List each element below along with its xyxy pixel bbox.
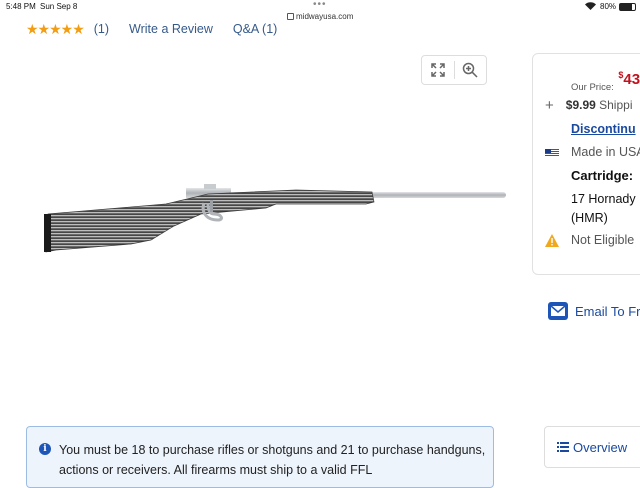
zoom-in-icon <box>462 62 478 78</box>
made-in-row: Made in USA <box>545 145 640 159</box>
cartridge-value: 17 Hornady (HMR) <box>571 192 636 225</box>
write-review-link[interactable]: Write a Review <box>129 22 213 36</box>
url-text: midwayusa.com <box>296 12 354 21</box>
product-review-nav: ★★★★★ (1) Write a Review Q&A (1) <box>26 20 297 38</box>
discontinued-link[interactable]: Discontinu <box>571 122 636 136</box>
warning-icon <box>545 234 559 247</box>
tab-overview[interactable]: Overview <box>544 426 640 468</box>
rifle-image[interactable] <box>36 170 516 280</box>
expand-icon <box>431 63 445 77</box>
status-date: Sun Sep 8 <box>40 2 78 11</box>
eligibility-row: Not Eligible <box>545 233 634 247</box>
cartridge-label: Cartridge: <box>571 168 634 183</box>
us-flag-icon <box>545 149 559 157</box>
shipping-label: Shippi <box>595 98 633 112</box>
notice-text: You must be 18 to purchase rifles or sho… <box>59 443 486 477</box>
rating-count-link[interactable]: (1) <box>94 22 109 36</box>
email-to-friend-link[interactable]: Email To Fr <box>547 301 640 321</box>
purchase-panel: Our Price: $43 + $9.99 Shippi Discontinu … <box>532 53 640 275</box>
made-in-label: Made in USA <box>571 145 640 159</box>
battery-icon <box>619 3 636 11</box>
price-row: Our Price: $43 <box>571 70 640 94</box>
expand-button[interactable] <box>422 56 454 84</box>
email-icon <box>548 302 568 320</box>
price-amount: 43 <box>623 71 640 88</box>
status-bar: 5:48 PM Sun Sep 8 ••• midwayusa.com 80% <box>0 0 640 21</box>
gallery-toolbar <box>421 55 487 85</box>
price-value: $43 <box>618 70 640 88</box>
firearm-age-notice: i You must be 18 to purchase rifles or s… <box>26 426 494 488</box>
shipping-row[interactable]: + $9.99 Shippi <box>545 96 633 114</box>
shipping-price: $9.99 <box>565 98 596 112</box>
our-price-label: Our Price: <box>571 82 614 93</box>
info-icon: i <box>39 443 51 455</box>
tab-overview-label: Overview <box>573 439 628 455</box>
email-link-label: Email To Fr <box>575 303 640 319</box>
battery-percent: 80% <box>600 2 617 11</box>
wifi-icon <box>585 2 596 12</box>
qa-link[interactable]: Q&A (1) <box>233 22 277 36</box>
battery-fill <box>620 4 632 10</box>
list-icon <box>557 442 569 452</box>
star-rating-icon: ★★★★★ <box>26 20 85 37</box>
more-dots-icon[interactable]: ••• <box>313 0 327 10</box>
plus-icon[interactable]: + <box>545 97 554 114</box>
not-eligible-label: Not Eligible <box>571 233 635 247</box>
status-time: 5:48 PM <box>6 2 36 11</box>
zoom-button[interactable] <box>454 56 486 84</box>
